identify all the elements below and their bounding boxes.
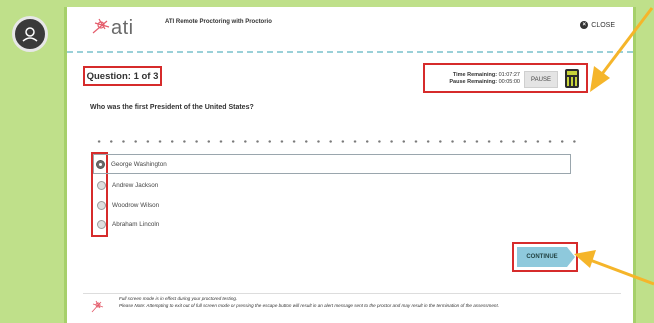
fullscreen-notice: Full screen mode is in effect during you… [119, 296, 238, 301]
footer-divider [83, 293, 621, 294]
answer-option[interactable]: Abraham Lincoln [95, 214, 573, 234]
time-remaining-label: Time Remaining: [452, 72, 498, 78]
header: ati ATI Remote Proctoring with Proctorio… [67, 7, 633, 53]
question-counter: Question: 1 of 3 [83, 66, 162, 86]
answer-label: Abraham Lincoln [112, 220, 160, 228]
app-title: ATI Remote Proctoring with Proctorio [165, 19, 272, 25]
footer: Full screen mode is in effect during you… [67, 293, 633, 323]
continue-highlight: CONTINUE [512, 242, 578, 272]
radio-selected-icon[interactable] [96, 159, 105, 169]
proctor-badge-icon [12, 16, 48, 52]
timer-panel: Time Remaining: 01:07:27 Pause Remaining… [423, 63, 588, 93]
progress-dots [93, 140, 579, 143]
ati-small-logo-icon [91, 300, 104, 313]
radio-icon[interactable] [97, 180, 106, 190]
answer-option[interactable]: Andrew Jackson [95, 175, 573, 195]
radio-icon[interactable] [97, 219, 106, 229]
answer-label: Andrew Jackson [112, 181, 159, 189]
answer-label: Woodrow Wilson [112, 201, 160, 209]
arrow-to-continue-icon [574, 250, 654, 286]
arrow-to-timer-icon [590, 7, 654, 92]
ati-logo-text: ati [111, 17, 134, 39]
pause-remaining-value: 00:05:00 [498, 79, 520, 85]
answer-label: George Washington [111, 160, 167, 168]
timer-readout: Time Remaining: 01:07:27 Pause Remaining… [449, 72, 520, 86]
answer-option[interactable]: Woodrow Wilson [95, 195, 573, 215]
answer-option[interactable]: George Washington [93, 154, 571, 174]
radio-icon[interactable] [97, 200, 106, 210]
continue-button[interactable]: CONTINUE [517, 247, 575, 267]
escape-warning: Please Note: Attempting to exit out of f… [119, 303, 500, 308]
pause-remaining-label: Pause Remaining: [449, 79, 498, 85]
pause-button[interactable]: PAUSE [524, 71, 558, 88]
calculator-icon[interactable] [565, 69, 579, 88]
exam-window: ati ATI Remote Proctoring with Proctorio… [64, 7, 636, 323]
time-remaining-value: 01:07:27 [498, 72, 520, 78]
question-text: Who was the first President of the Unite… [90, 104, 254, 111]
